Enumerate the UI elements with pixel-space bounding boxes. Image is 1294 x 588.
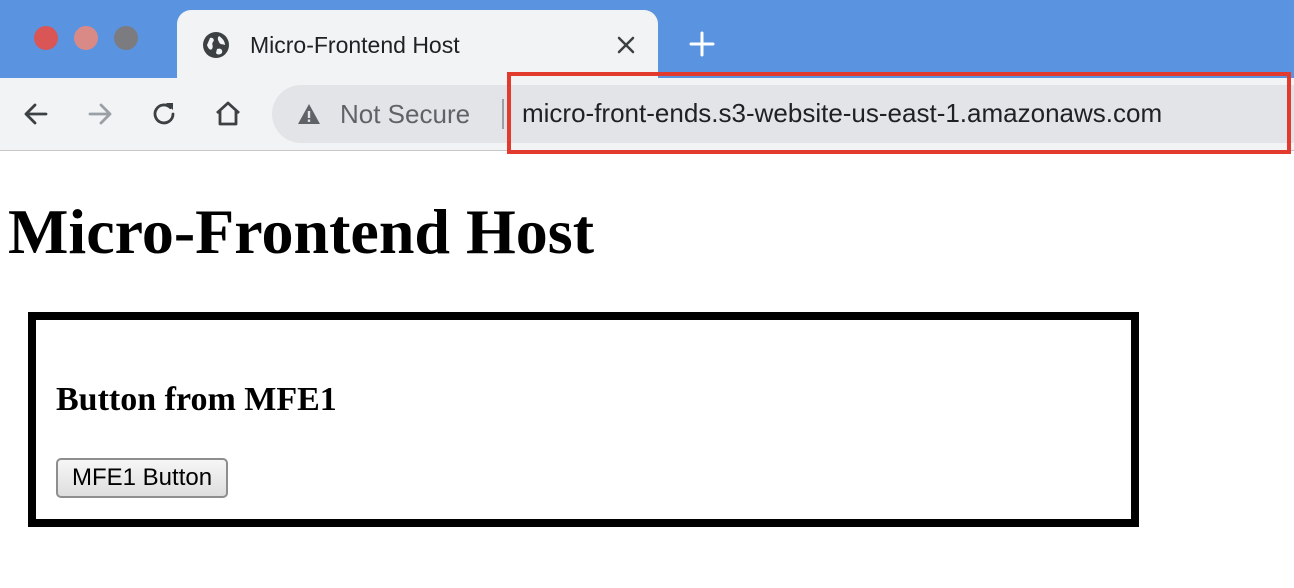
window-titlebar: Micro-Frontend Host [0,0,1294,78]
security-status-label[interactable]: Not Secure [340,98,470,130]
page-title: Micro-Frontend Host [8,196,594,267]
browser-tab[interactable]: Micro-Frontend Host [177,10,658,78]
window-minimize-button[interactable] [74,26,98,50]
forward-arrow-icon[interactable] [84,98,116,130]
omnibox-divider [502,99,504,129]
page-content: Micro-Frontend Host Button from MFE1 MFE… [0,152,1294,588]
window-close-button[interactable] [34,26,58,50]
globe-icon [203,32,229,58]
reload-icon[interactable] [148,98,180,130]
mfe1-button[interactable]: MFE1 Button [56,458,229,498]
warning-icon[interactable] [296,101,322,127]
plus-icon[interactable] [688,30,716,58]
mfe-container: Button from MFE1 MFE1 Button [28,312,1139,527]
url-text[interactable]: micro-front-ends.s3-website-us-east-1.am… [522,96,1162,130]
back-arrow-icon[interactable] [20,98,52,130]
home-icon[interactable] [212,98,244,130]
close-icon[interactable] [613,32,639,58]
window-maximize-button[interactable] [114,26,138,50]
tab-title: Micro-Frontend Host [250,32,460,58]
mfe-heading: Button from MFE1 [56,381,337,418]
